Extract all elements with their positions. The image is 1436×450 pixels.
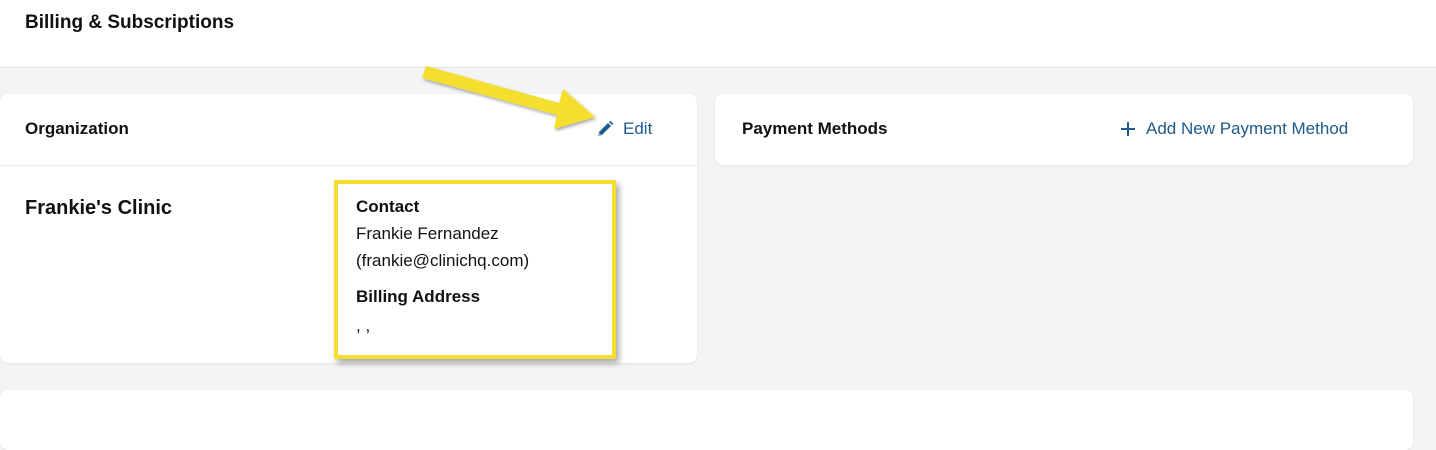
organization-card-title: Organization xyxy=(25,119,129,138)
page-title: Billing & Subscriptions xyxy=(25,12,235,33)
billing-address-value: , , xyxy=(356,316,371,335)
plus-icon xyxy=(1119,120,1137,138)
bottom-card xyxy=(0,390,1413,450)
add-payment-method-label: Add New Payment Method xyxy=(1146,119,1349,138)
edit-label: Edit xyxy=(623,119,653,138)
contact-email: (frankie@clinichq.com) xyxy=(356,251,530,270)
top-bar: Billing & Subscriptions xyxy=(0,0,1436,68)
billing-address-label: Billing Address xyxy=(356,287,481,306)
contact-name: Frankie Fernandez xyxy=(356,224,499,243)
add-payment-method-button[interactable]: Add New Payment Method xyxy=(1119,119,1348,139)
payment-methods-title: Payment Methods xyxy=(742,119,888,138)
organization-name: Frankie's Clinic xyxy=(25,197,173,219)
contact-label: Contact xyxy=(356,197,420,216)
arrow-annotation xyxy=(422,66,595,129)
